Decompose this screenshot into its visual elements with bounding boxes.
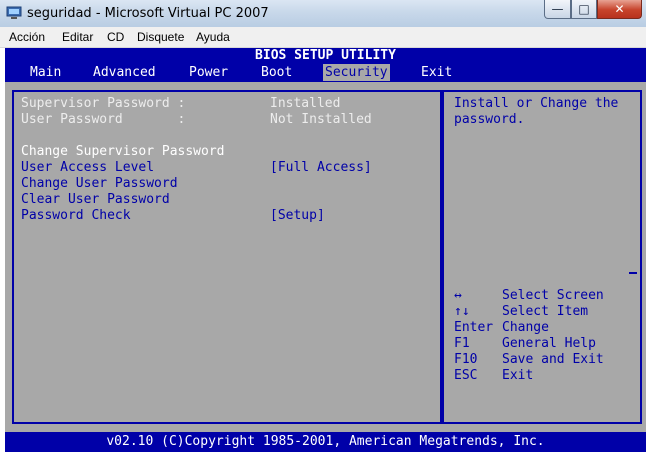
bios-screen[interactable]: BIOS SETUP UTILITY Main Advanced Power B… bbox=[5, 48, 646, 452]
key-action-save-exit: Save and Exit bbox=[502, 352, 604, 367]
help-text-line-2: password. bbox=[454, 112, 525, 127]
tab-exit[interactable]: Exit bbox=[419, 64, 454, 81]
user-access-level-option[interactable]: User Access Level bbox=[21, 160, 154, 176]
user-password-label: User Password : bbox=[21, 112, 186, 127]
key-esc: ESC bbox=[454, 368, 478, 383]
menu-bar: Acción Editar CD Disquete Ayuda bbox=[0, 27, 646, 48]
maximize-button[interactable]: □ bbox=[571, 0, 597, 19]
password-check-option[interactable]: Password Check bbox=[21, 208, 131, 224]
bios-footer: v02.10 (C)Copyright 1985-2001, American … bbox=[5, 432, 646, 452]
menu-ayuda[interactable]: Ayuda bbox=[196, 30, 230, 44]
tab-security[interactable]: Security bbox=[323, 64, 390, 81]
user-access-level-value[interactable]: [Full Access] bbox=[270, 160, 372, 176]
menu-cd[interactable]: CD bbox=[107, 30, 124, 44]
tab-boot[interactable]: Boot bbox=[259, 64, 294, 81]
user-password-status: Not Installed bbox=[270, 112, 372, 127]
tab-advanced[interactable]: Advanced bbox=[91, 64, 158, 81]
key-f1: F1 bbox=[454, 336, 470, 351]
tab-main[interactable]: Main bbox=[28, 64, 63, 81]
change-user-password-option[interactable]: Change User Password bbox=[21, 176, 178, 192]
bios-header: BIOS SETUP UTILITY Main Advanced Power B… bbox=[5, 48, 646, 82]
key-up-down-icon: ↑↓ bbox=[454, 304, 470, 319]
password-check-value[interactable]: [Setup] bbox=[270, 208, 325, 224]
scroll-indicator bbox=[629, 272, 637, 274]
key-left-right-icon: ↔ bbox=[454, 288, 462, 303]
minimize-icon: — bbox=[551, 2, 564, 16]
supervisor-password-label: Supervisor Password : bbox=[21, 96, 186, 111]
key-action-select-screen: Select Screen bbox=[502, 288, 604, 303]
close-button[interactable]: ✕ bbox=[597, 0, 642, 19]
key-action-general-help: General Help bbox=[502, 336, 596, 351]
maximize-icon: □ bbox=[578, 2, 590, 16]
copyright-text: v02.10 (C)Copyright 1985-2001, American … bbox=[106, 434, 545, 449]
help-text-line-1: Install or Change the bbox=[454, 96, 619, 111]
key-action-exit: Exit bbox=[502, 368, 534, 383]
window-title-bar[interactable]: seguridad - Microsoft Virtual PC 2007 — … bbox=[0, 0, 646, 27]
key-action-select-item: Select Item bbox=[502, 304, 589, 319]
change-supervisor-password-option[interactable]: Change Supervisor Password bbox=[21, 144, 225, 160]
window-title: seguridad - Microsoft Virtual PC 2007 bbox=[27, 6, 269, 21]
menu-accion[interactable]: Acción bbox=[9, 30, 45, 44]
close-icon: ✕ bbox=[614, 2, 625, 16]
tab-power[interactable]: Power bbox=[187, 64, 230, 81]
menu-disquete[interactable]: Disquete bbox=[137, 30, 184, 44]
key-enter: Enter bbox=[454, 320, 494, 335]
minimize-button[interactable]: — bbox=[544, 0, 571, 19]
settings-panel bbox=[12, 90, 442, 424]
clear-user-password-option[interactable]: Clear User Password bbox=[21, 192, 170, 208]
key-f10: F10 bbox=[454, 352, 478, 367]
menu-editar[interactable]: Editar bbox=[62, 30, 93, 44]
key-action-change: Change bbox=[502, 320, 549, 335]
bios-title: BIOS SETUP UTILITY bbox=[255, 48, 396, 63]
supervisor-password-status: Installed bbox=[270, 96, 341, 111]
virtual-pc-icon bbox=[6, 6, 22, 19]
